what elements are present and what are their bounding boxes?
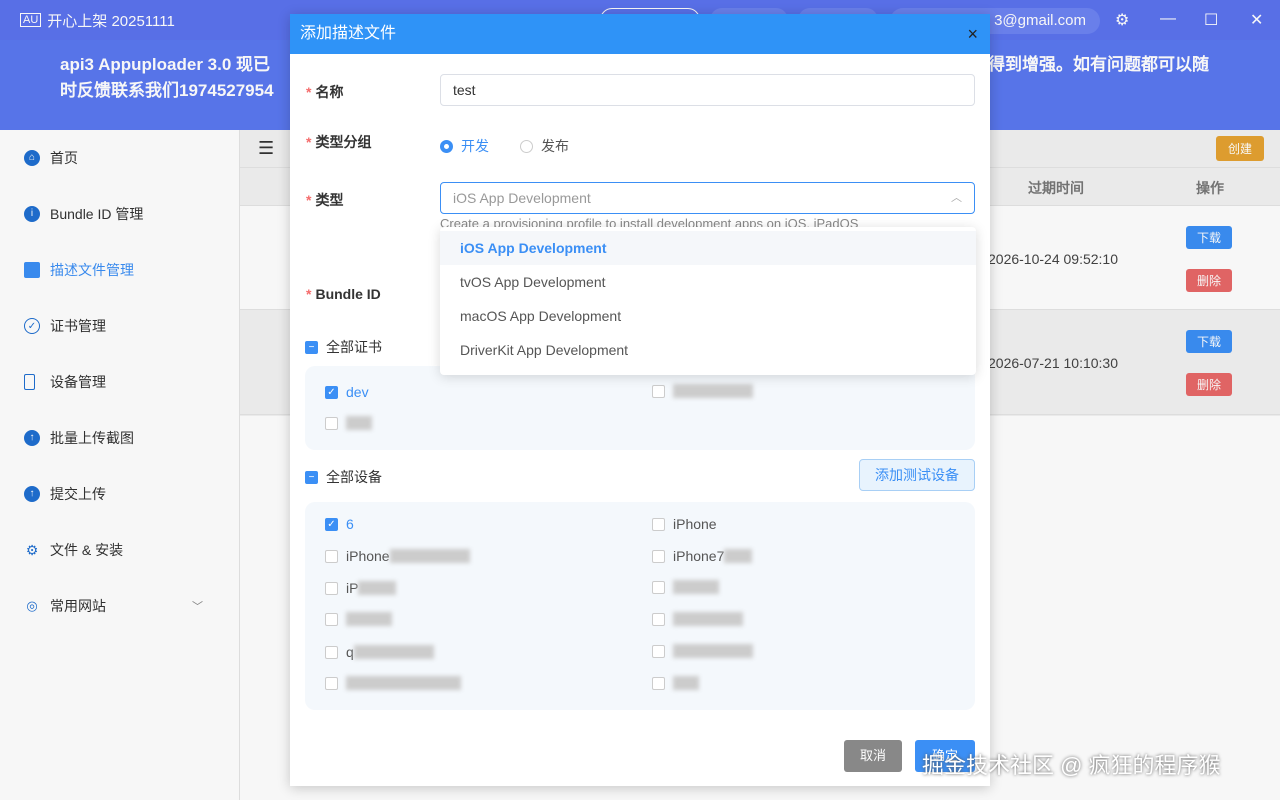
device-checkbox[interactable] [652, 644, 753, 658]
add-profile-dialog: 添加描述文件 × * 名称 test * 类型分组 开发 发布 * 类型 iOS Ap… [290, 14, 990, 786]
close-icon[interactable]: × [967, 14, 978, 54]
dialog-header: 添加描述文件 × [290, 14, 990, 54]
devices-panel: ✓ 6 iPhone iPhone iPhone7 iP q [305, 502, 975, 710]
name-label: * 名称 [306, 84, 344, 100]
device-checkbox[interactable]: iP [325, 580, 397, 596]
group-label: * 类型分组 [306, 134, 372, 150]
device-checkbox[interactable] [652, 676, 699, 690]
device-checkbox[interactable] [325, 676, 461, 690]
all-devices-checkbox[interactable]: − 全部设备 [305, 467, 382, 487]
cert-checkbox[interactable] [325, 416, 372, 430]
chevron-up-icon: ︿ [951, 192, 962, 204]
type-option[interactable]: tvOS App Development [440, 265, 976, 299]
all-certs-checkbox[interactable]: − 全部证书 [305, 337, 382, 357]
device-checkbox[interactable]: ✓ 6 [325, 516, 354, 532]
device-checkbox[interactable]: q [325, 644, 434, 660]
type-option[interactable]: macOS App Development [440, 299, 976, 333]
type-option[interactable]: DriverKit App Development [440, 333, 976, 367]
device-checkbox[interactable] [652, 580, 719, 594]
certs-panel: ✓ dev [305, 366, 975, 450]
type-select[interactable]: iOS App Development ︿ [440, 182, 975, 214]
radio-release[interactable]: 发布 [520, 136, 569, 156]
cancel-button[interactable]: 取消 [844, 740, 902, 772]
dialog-title: 添加描述文件 [300, 25, 397, 42]
type-option[interactable]: iOS App Development [440, 231, 976, 265]
device-checkbox[interactable] [325, 612, 392, 626]
watermark: 掘金技术社区 @ 疯狂的程序猴 [922, 753, 1221, 778]
name-input[interactable]: test [440, 74, 975, 106]
cert-checkbox[interactable] [652, 384, 753, 398]
type-label: * 类型 [306, 192, 344, 208]
device-checkbox[interactable]: iPhone7 [652, 548, 753, 564]
type-dropdown: iOS App Development tvOS App Development… [440, 227, 976, 375]
device-checkbox[interactable]: iPhone [652, 516, 717, 532]
device-checkbox[interactable]: iPhone [325, 548, 470, 564]
radio-dev[interactable]: 开发 [440, 136, 489, 156]
bundle-id-label: * Bundle ID [306, 286, 381, 302]
cert-checkbox[interactable]: ✓ dev [325, 384, 369, 400]
device-checkbox[interactable] [652, 612, 743, 626]
add-test-device-button[interactable]: 添加测试设备 [859, 459, 975, 491]
